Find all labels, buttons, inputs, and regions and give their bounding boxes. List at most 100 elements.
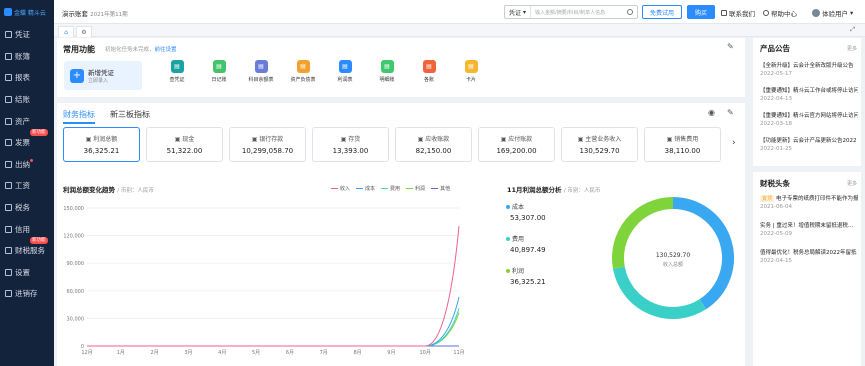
quick-action[interactable]: ▤ 各账 xyxy=(412,60,446,83)
report-icon xyxy=(5,74,12,82)
sidebar-item-label: 税务 xyxy=(15,203,30,213)
indicator-card[interactable]: ▣ 销售费用 38,110.00 xyxy=(644,127,721,162)
quick-action[interactable]: ▤ 明细账 xyxy=(370,60,404,83)
fullscreen-icon[interactable]: ⤢ xyxy=(850,26,855,34)
sidebar-item[interactable]: 发票 新功能 xyxy=(0,128,54,154)
headline-item[interactable]: 值得最优化！税务总局解读2022年留抵 2022-04-15 xyxy=(760,248,858,264)
profit-donut-chart: 130,529.70 收入总额 xyxy=(612,197,734,319)
announcements-more-link[interactable]: 更多 xyxy=(847,45,857,52)
sidebar-item[interactable]: 账簿 xyxy=(0,46,54,68)
legend-swatch xyxy=(406,187,414,190)
donut-slice[interactable] xyxy=(612,266,707,319)
indicator-card[interactable]: ▣ 存货 13,393.00 xyxy=(312,127,389,162)
indicator-label: ▣ 存货 xyxy=(313,134,388,143)
sidebar-item[interactable]: 出纳 xyxy=(0,154,54,176)
legend-item[interactable]: 收入 xyxy=(331,185,350,192)
indicator-card[interactable]: ▣ 主营业务收入 130,529.70 xyxy=(561,127,638,162)
indicator-card[interactable]: ▣ 应付账款 169,200.00 xyxy=(478,127,555,162)
indicator-label-text: 主营业务收入 xyxy=(585,136,622,143)
sidebar-item[interactable]: 结账 xyxy=(0,89,54,111)
series-line xyxy=(87,225,460,347)
sidebar-item-label: 信用 xyxy=(15,224,30,234)
logo-icon xyxy=(4,8,12,16)
legend-swatch xyxy=(431,187,439,190)
headline-date: 2022-04-15 xyxy=(760,258,792,264)
sidebar-item[interactable]: 凭证 xyxy=(0,24,54,46)
tab-settings[interactable]: ⚙ xyxy=(76,26,92,37)
chevron-right-icon[interactable]: › xyxy=(732,138,736,148)
donut-center-value: 130,529.70 xyxy=(656,252,691,259)
quick-action[interactable]: ▤ 资产负债表 xyxy=(286,60,320,83)
go-settings-link[interactable]: 前往设置 xyxy=(155,47,177,53)
legend-item[interactable]: 其他 xyxy=(431,185,450,192)
series-line xyxy=(87,308,460,347)
contact-us-link[interactable]: 联系我们 xyxy=(721,8,755,18)
sidebar-item[interactable]: 报表 xyxy=(0,67,54,89)
search-box[interactable]: 凭证 ▾ 输入金额/摘要/科目/制单人信息 xyxy=(504,5,638,19)
indicator-card[interactable]: ▣ 现金 51,322.00 xyxy=(146,127,223,162)
announcement-item[interactable]: 【功能更新】云会计产品更新公告2022 2022-01-25 xyxy=(760,136,858,152)
sidebar-item[interactable]: 设置 xyxy=(0,262,54,284)
app-logo[interactable]: 金蝶 精斗云 xyxy=(0,0,54,24)
announcement-item[interactable]: 【全新升级】云会计全新改版升级公告 2022-05-17 xyxy=(760,61,858,77)
gear-icon: ⚙ xyxy=(81,28,87,36)
tab-neeq-indicators[interactable]: 新三板指标 xyxy=(110,109,150,120)
x-tick-label: 9月 xyxy=(387,350,395,356)
quick-action-label: 利润表 xyxy=(337,77,353,83)
pie-legend-item: 成本 53,307.00 xyxy=(506,202,546,222)
legend-label: 费用 xyxy=(390,186,401,192)
buy-button[interactable]: 购买 xyxy=(687,5,715,19)
plus-icon: + xyxy=(70,68,84,83)
indicator-card[interactable]: ▣ 应收账款 82,150.00 xyxy=(395,127,472,162)
legend-swatch xyxy=(381,187,389,190)
legend-item[interactable]: 利润 xyxy=(406,185,425,192)
headlines-more-link[interactable]: 更多 xyxy=(847,180,857,187)
notification-dot xyxy=(30,158,33,162)
free-trial-button[interactable]: 免费试用 xyxy=(642,5,682,19)
sidebar-item[interactable]: 税务 xyxy=(0,197,54,219)
right-panel: 产品公告 更多 【全新升级】云会计全新改版升级公告 2022-05-17 【重要通知… xyxy=(753,38,861,366)
indicator-card[interactable]: ▣ 银行存款 10,299,058.70 xyxy=(229,127,306,162)
quick-action[interactable]: ▤ 查凭证 xyxy=(160,60,194,83)
edit-quick-icon[interactable]: ✎ xyxy=(727,42,734,51)
init-hint: 初始化任务未完成，前往设置 xyxy=(105,45,177,53)
quick-action[interactable]: ▤ 利润表 xyxy=(328,60,362,83)
new-voucher-button[interactable]: + 新增凭证 立即录入 xyxy=(64,61,142,90)
sidebar-item[interactable]: 工资 xyxy=(0,175,54,197)
legend-item[interactable]: 费用 xyxy=(381,185,400,192)
tab-finance-indicators[interactable]: 财务指标 xyxy=(63,109,95,124)
legend-swatch xyxy=(356,187,364,190)
announcement-item[interactable]: 【重要通知】精斗云官方网站将停止访问 2022-03-18 xyxy=(760,111,858,127)
announcement-date: 2022-04-13 xyxy=(760,96,792,102)
user-menu[interactable]: 体验用户 ▾ xyxy=(812,8,853,18)
announcement-item[interactable]: 【重要通知】精斗云工作台或将停止访问 2022-04-13 xyxy=(760,86,858,102)
quick-action[interactable]: ▤ 日记账 xyxy=(202,60,236,83)
quick-action-label: 明细账 xyxy=(379,77,395,83)
quick-action[interactable]: ▤ 科目余额表 xyxy=(244,60,278,83)
edit-indicators-icon[interactable]: ✎ xyxy=(727,108,734,117)
x-tick-label: 1月 xyxy=(117,350,125,356)
sidebar-item[interactable]: 进销存 xyxy=(0,283,54,305)
new-feature-badge: 新功能 xyxy=(30,128,48,136)
legend-label: 收入 xyxy=(340,186,351,192)
y-tick-label: 60,000 xyxy=(67,289,85,295)
headline-item[interactable]: 实务 | 重过来！增值税期末留抵退税… 2022-05-09 xyxy=(760,221,858,237)
eye-icon[interactable]: ◉ xyxy=(708,108,715,117)
pinned-badge: 置顶 xyxy=(760,195,775,202)
help-center-label: 帮助中心 xyxy=(771,10,797,18)
quick-action[interactable]: ▤ 卡片 xyxy=(454,60,488,83)
headline-item[interactable]: 置顶电子专票的纸质打印件不能作为报销凭证 2021-06-04 xyxy=(760,194,858,210)
trend-title-text: 利润总额变化趋势 xyxy=(63,186,115,194)
indicator-card[interactable]: ▣ 利润总额 36,325.21 xyxy=(63,127,140,162)
search-icon[interactable] xyxy=(627,9,633,15)
main-panel: 常用功能 初始化任务未完成，前往设置 ✎ + 新增凭证 立即录入 ▤ 查凭证 ▤ 日记账… xyxy=(57,38,745,366)
search-input[interactable]: 输入金额/摘要/科目/制单人信息 xyxy=(531,9,627,16)
tab-home[interactable]: ⌂ xyxy=(58,26,74,37)
new-voucher-sub: 立即录入 xyxy=(88,78,109,84)
sidebar-item[interactable]: 财税服务 新功能 xyxy=(0,236,54,262)
search-type-select[interactable]: 凭证 ▾ xyxy=(505,6,532,18)
help-center-link[interactable]: 帮助中心 xyxy=(763,8,797,18)
trend-unit: / 币别：人民币 xyxy=(117,188,154,194)
account-selector[interactable]: 演示账套 2021年第11期 xyxy=(62,8,128,18)
legend-item[interactable]: 成本 xyxy=(356,185,375,192)
